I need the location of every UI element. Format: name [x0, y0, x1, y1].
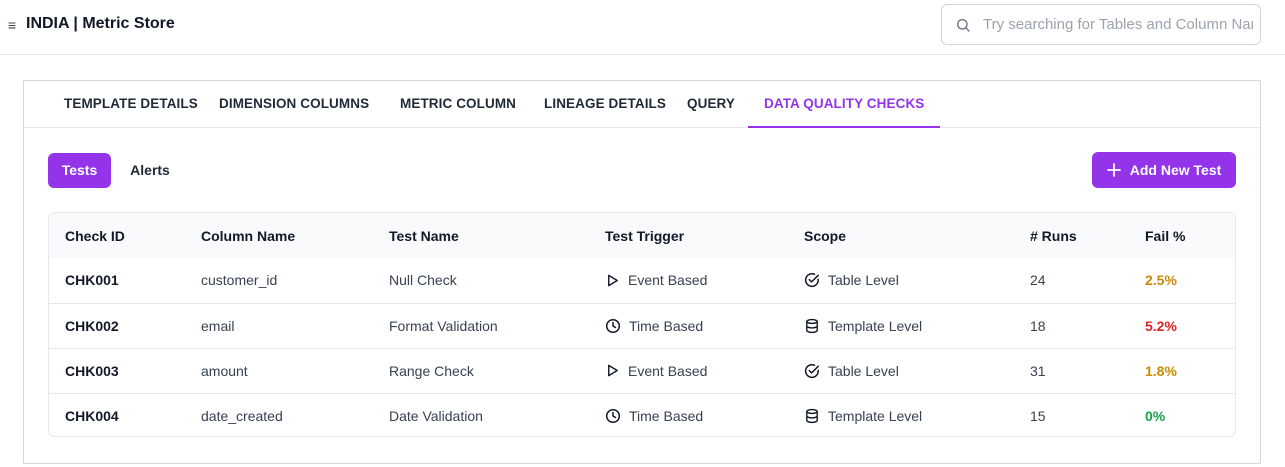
trigger-label: Time Based — [629, 317, 704, 334]
scope-label: Table Level — [828, 272, 899, 289]
scope-label: Template Level — [828, 317, 923, 334]
column-header-fail-percent: Fail % — [1145, 227, 1186, 244]
cell-scope: Template Level — [788, 393, 1014, 436]
trigger-label: Event Based — [628, 272, 708, 289]
column-header-check-id: Check ID — [65, 227, 125, 244]
template-card: TEMPLATE DETAILS DIMENSION COLUMNS METRI… — [23, 80, 1261, 464]
column-header-runs: # Runs — [1030, 227, 1077, 244]
cell-runs: 18 — [1030, 317, 1046, 334]
table-row[interactable]: CHK001 customer_id Null Check Event Based Ta… — [49, 258, 1235, 303]
check-circle-icon — [804, 272, 820, 288]
cell-test-trigger: Time Based — [589, 303, 788, 348]
column-header-test-trigger: Test Trigger — [605, 227, 685, 244]
check-circle-icon — [804, 363, 820, 379]
tab-query[interactable]: QUERY — [687, 81, 735, 128]
scope-label: Table Level — [828, 362, 899, 379]
cell-column-name: customer_id — [201, 272, 278, 289]
tab-lineage-details[interactable]: LINEAGE DETAILS — [544, 81, 666, 128]
cell-runs: 24 — [1030, 272, 1046, 289]
cell-runs: 31 — [1030, 362, 1046, 379]
cell-fail-percent: 0% — [1145, 407, 1166, 424]
cell-column-name: email — [201, 317, 235, 334]
cell-check-id: CHK004 — [65, 407, 119, 424]
tab-bar: TEMPLATE DETAILS DIMENSION COLUMNS METRI… — [24, 81, 1260, 128]
cell-check-id: CHK002 — [65, 317, 119, 334]
cell-test-name: Range Check — [389, 362, 474, 379]
tab-data-quality-checks[interactable]: DATA QUALITY CHECKS — [748, 81, 941, 128]
cell-test-trigger: Event Based — [589, 258, 788, 303]
play-icon — [605, 273, 620, 288]
cell-check-id: CHK003 — [65, 362, 119, 379]
cell-fail-percent: 5.2% — [1145, 317, 1177, 334]
column-header-test-name: Test Name — [389, 227, 459, 244]
column-header-scope: Scope — [804, 227, 847, 244]
tests-tab-button[interactable]: Tests — [48, 153, 111, 188]
page-title: INDIA | Metric Store — [26, 15, 175, 32]
table-row[interactable]: CHK004 date_created Date Validation Time Ba… — [49, 393, 1235, 436]
add-new-test-label: Add New Test — [1129, 162, 1222, 178]
cell-test-name: Date Validation — [389, 407, 483, 424]
database-icon — [804, 408, 820, 424]
top-bar: ≡ INDIA | Metric Store — [0, 0, 1285, 55]
table-header-row: Check ID Column Name Test Name Test Trig… — [49, 213, 1235, 258]
cell-test-name: Format Validation — [389, 317, 498, 334]
scope-label: Template Level — [828, 407, 923, 424]
table-row[interactable]: CHK003 amount Range Check Event Based Table … — [49, 348, 1235, 393]
alerts-tab-button[interactable]: Alerts — [117, 153, 183, 188]
cell-column-name: amount — [201, 362, 248, 379]
clock-icon — [605, 318, 621, 334]
cell-column-name: date_created — [201, 407, 283, 424]
column-header-column-name: Column Name — [201, 227, 296, 244]
menu-icon[interactable]: ≡ — [8, 17, 16, 33]
tests-table: Check ID Column Name Test Name Test Trig… — [48, 212, 1236, 437]
cell-scope: Template Level — [788, 303, 1014, 348]
tab-dimension-columns[interactable]: DIMENSION COLUMNS — [219, 81, 369, 128]
plus-icon — [1106, 163, 1121, 177]
search-input[interactable] — [983, 16, 1253, 33]
search-icon — [957, 18, 970, 32]
cell-scope: Table Level — [788, 348, 1014, 393]
cell-test-trigger: Time Based — [589, 393, 788, 436]
cell-fail-percent: 2.5% — [1145, 272, 1177, 289]
cell-fail-percent: 1.8% — [1145, 362, 1177, 379]
database-icon — [804, 318, 820, 334]
cell-test-name: Null Check — [389, 272, 457, 289]
cell-test-trigger: Event Based — [589, 348, 788, 393]
cell-check-id: CHK001 — [65, 272, 119, 289]
cell-scope: Table Level — [788, 258, 1014, 303]
cell-runs: 15 — [1030, 407, 1046, 424]
search-box[interactable] — [941, 4, 1261, 45]
clock-icon — [605, 408, 621, 424]
table-row[interactable]: CHK002 email Format Validation Time Based Te… — [49, 303, 1235, 348]
add-new-test-button[interactable]: Add New Test — [1092, 152, 1236, 188]
tab-metric-column[interactable]: METRIC COLUMN — [400, 81, 516, 128]
play-icon — [605, 363, 620, 378]
tab-template-details[interactable]: TEMPLATE DETAILS — [64, 81, 198, 128]
trigger-label: Event Based — [628, 362, 708, 379]
trigger-label: Time Based — [629, 407, 704, 424]
